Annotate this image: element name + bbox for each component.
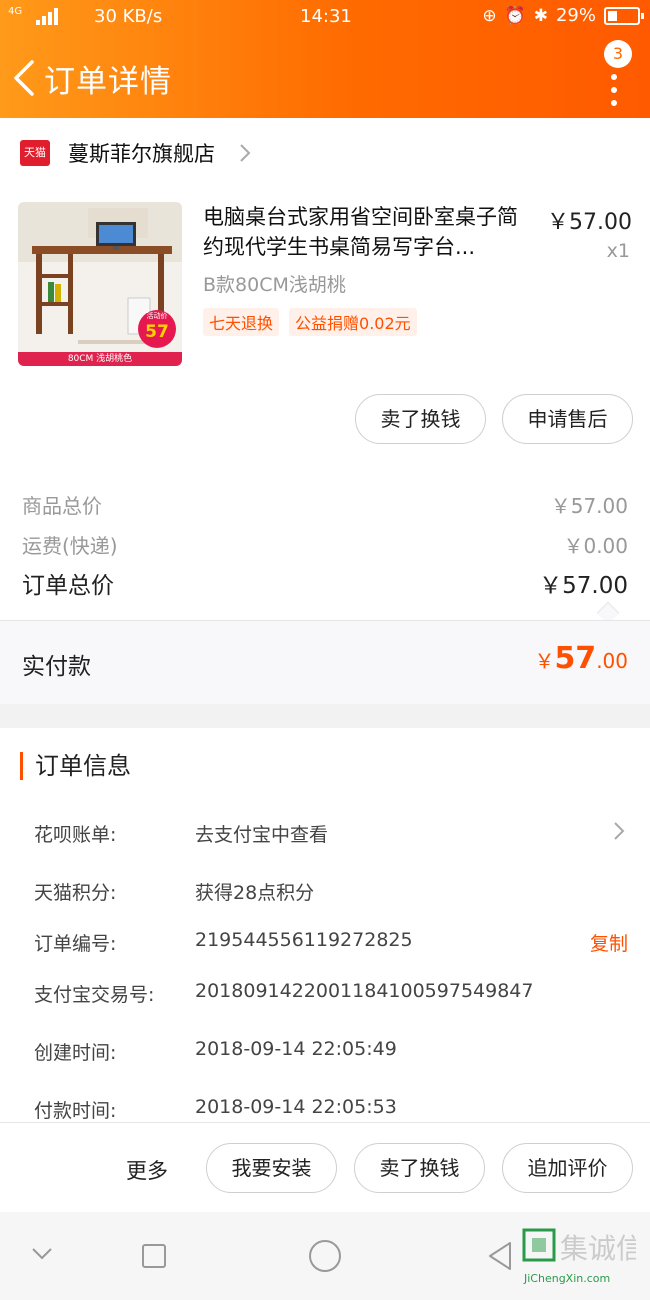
clock: 14:31	[300, 6, 352, 27]
back-arrow-icon[interactable]	[10, 58, 40, 98]
system-nav-bar: 集诚信 JiChengXin.com	[0, 1212, 650, 1300]
svg-text:集诚信: 集诚信	[560, 1232, 636, 1265]
chevron-down-icon[interactable]	[30, 1246, 54, 1262]
network-speed: 30 KB/s	[94, 6, 163, 27]
install-button[interactable]: 我要安装	[206, 1143, 337, 1193]
charity-tag: 公益捐赠0.02元	[289, 308, 417, 336]
action-bar: 更多 我要安装 卖了换钱 追加评价	[0, 1122, 650, 1212]
after-sales-button[interactable]: 申请售后	[502, 394, 633, 444]
copy-button[interactable]: 复制	[590, 929, 628, 956]
price-summary: 商品总价 ￥57.00 运费(快递) ￥0.00 订单总价 ￥57.00	[0, 458, 650, 625]
thumbnail-caption: 80CM 浅胡桃色	[18, 352, 182, 366]
add-review-button[interactable]: 追加评价	[502, 1143, 633, 1193]
shipping-row: 运费(快递) ￥0.00	[22, 534, 628, 558]
svg-text:JiChengXin.com: JiChengXin.com	[523, 1272, 610, 1285]
sell-for-cash-button[interactable]: 卖了换钱	[354, 1143, 485, 1193]
product-quantity: x1	[606, 240, 630, 262]
app-header: 4G 30 KB/s 14:31 ⊕ ⏰ ✱ 29% 订单详情 3	[0, 0, 650, 118]
tmall-logo-icon: 天猫	[20, 140, 50, 166]
battery-percent: 29%	[555, 5, 596, 26]
amount-paid-row: 实付款 ￥57.00	[0, 620, 650, 704]
chevron-right-icon	[614, 822, 625, 840]
lock-rotation-icon: ⊕	[482, 5, 497, 26]
back-triangle-icon[interactable]	[486, 1240, 514, 1272]
section-heading: 订单信息	[20, 752, 131, 780]
return-policy-tag: 七天退换	[203, 308, 280, 336]
paid-label: 实付款	[22, 654, 91, 680]
product-price: ￥57.00	[547, 210, 632, 235]
home-icon[interactable]	[309, 1240, 341, 1272]
sell-for-cash-button[interactable]: 卖了换钱	[355, 394, 486, 444]
watermark-logo: 集诚信 JiChengXin.com	[522, 1228, 636, 1285]
product-thumbnail[interactable]: 活动价 57 80CM 浅胡桃色	[18, 202, 182, 366]
message-count-badge: 3	[604, 40, 632, 68]
product-card[interactable]: 活动价 57 80CM 浅胡桃色 电脑桌台式家用省空间卧室桌子简约现代学生书桌简…	[0, 188, 650, 458]
more-menu-icon[interactable]	[608, 74, 620, 114]
bluetooth-icon: ✱	[533, 5, 548, 26]
shop-row[interactable]: 天猫 蔓斯菲尔旗舰店	[0, 118, 650, 188]
goods-total-row: 商品总价 ￥57.00	[22, 494, 628, 518]
status-bar: 4G 30 KB/s 14:31 ⊕ ⏰ ✱ 29%	[0, 0, 650, 34]
alarm-icon: ⏰	[504, 5, 526, 26]
order-total-row: 订单总价 ￥57.00	[22, 573, 628, 599]
promo-price-badge: 活动价 57	[138, 310, 176, 348]
product-title[interactable]: 电脑桌台式家用省空间卧室桌子简约现代学生书桌简易写字台...	[203, 202, 538, 262]
shop-name[interactable]: 蔓斯菲尔旗舰店	[68, 138, 215, 168]
paid-amount: ￥57.00	[534, 641, 628, 676]
chevron-right-icon	[240, 144, 251, 162]
battery-icon	[604, 6, 644, 25]
signal-icon	[36, 7, 84, 25]
network-indicator: 4G	[8, 6, 23, 17]
product-sku: B款80CM浅胡桃	[203, 274, 346, 296]
recents-icon[interactable]	[142, 1244, 166, 1268]
more-button[interactable]: 更多	[126, 1155, 168, 1185]
order-info-section: 订单信息 花呗账单: 去支付宝中查看 天猫积分: 获得28点积分 订单编号: 2…	[0, 728, 650, 1123]
page-title: 订单详情	[44, 64, 172, 100]
